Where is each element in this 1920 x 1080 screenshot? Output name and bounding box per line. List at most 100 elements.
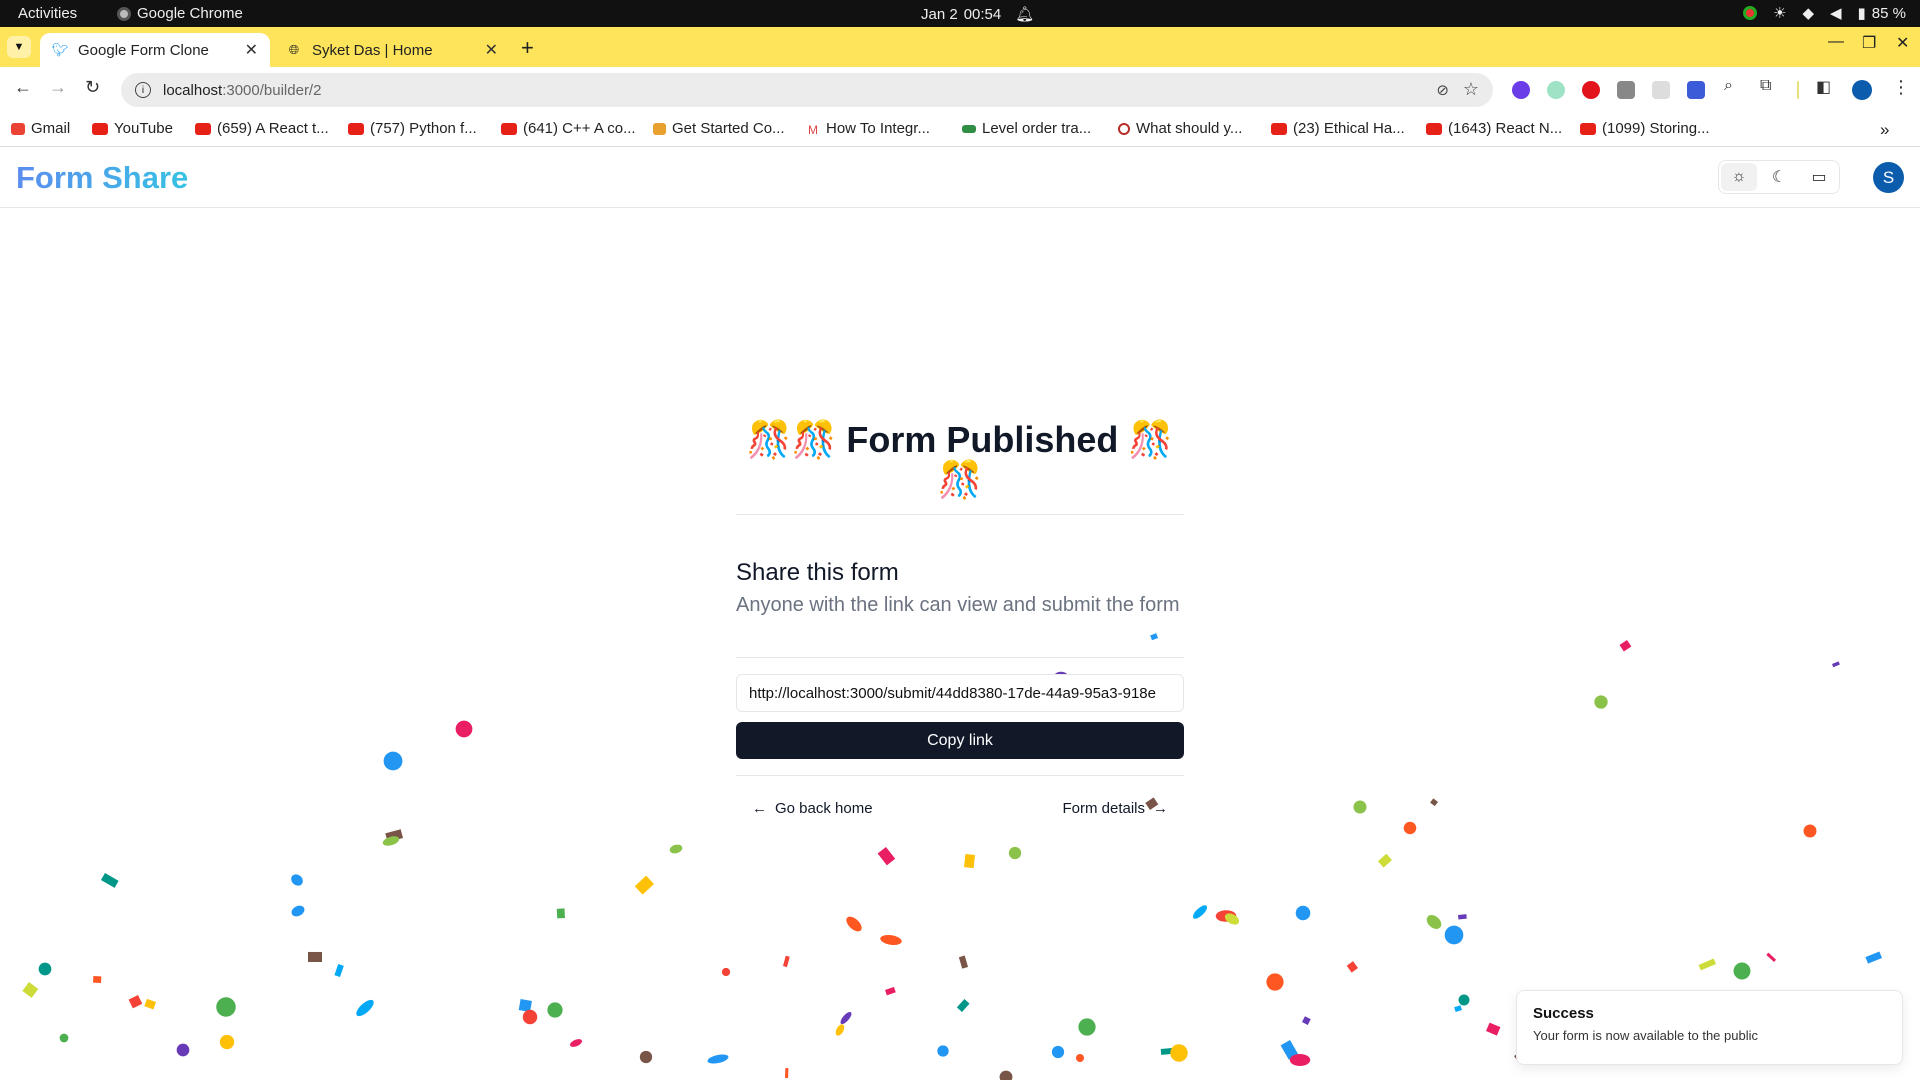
bookmark-storing[interactable]: (1099) Storing...	[1580, 120, 1710, 137]
extension-icon[interactable]	[1547, 81, 1565, 99]
light-mode-icon[interactable]: ☼	[1721, 163, 1757, 191]
bookmark-cpp[interactable]: (641) C++ A co...	[501, 120, 636, 137]
toast-title: Success	[1533, 1005, 1594, 1022]
arrow-right-icon: →	[1153, 800, 1168, 817]
chrome-icon	[117, 6, 131, 21]
extension-icon[interactable]	[1512, 81, 1530, 99]
bookmark-label: (1099) Storing...	[1602, 120, 1710, 137]
bookmark-python[interactable]: (757) Python f...	[348, 120, 477, 137]
confetti-piece	[1403, 821, 1417, 835]
youtube-icon	[1426, 122, 1442, 135]
extension-icon[interactable]	[1652, 81, 1670, 99]
confetti-piece	[885, 986, 896, 996]
bookmark-youtube[interactable]: YouTube	[92, 120, 173, 137]
bookmark-quora[interactable]: What should y...	[1118, 120, 1242, 137]
confetti-piece	[783, 955, 790, 968]
bookmark-how-to[interactable]: M How To Integr...	[808, 120, 930, 137]
more-bookmarks-icon[interactable]: »	[1880, 120, 1889, 140]
clock[interactable]: Jan 2 00:54 🔔︎	[921, 5, 1035, 24]
confetti-piece	[1619, 640, 1632, 652]
reload-icon[interactable]: ↻	[85, 77, 100, 98]
bell-icon: 🔔︎	[1015, 6, 1035, 23]
confetti-piece	[1766, 952, 1777, 963]
title-line: 🎊🎊 Form Published 🎊	[746, 419, 1174, 460]
chrome-tray-icon	[1742, 6, 1757, 20]
puzzle-icon[interactable]: ⧉	[1760, 77, 1771, 95]
divider	[1797, 81, 1799, 99]
bookmark-react-n[interactable]: (1643) React N...	[1426, 120, 1562, 137]
confetti-piece	[1160, 1048, 1173, 1055]
side-panel-icon[interactable]: ◧	[1816, 77, 1831, 97]
extension-icon[interactable]	[1687, 81, 1705, 99]
confetti-piece	[144, 998, 157, 1010]
forward-icon[interactable]: →	[49, 77, 67, 98]
tab-google-form-clone[interactable]: 🐦︎ Google Form Clone ✕	[40, 33, 270, 67]
form-details-label: Form details	[1062, 800, 1145, 817]
confetti-piece	[1444, 925, 1464, 945]
close-tab-icon[interactable]: ✕	[245, 40, 258, 60]
confetti-piece	[1457, 914, 1467, 920]
confetti-piece	[176, 1043, 190, 1057]
bookmark-label: (659) A React t...	[217, 120, 329, 137]
close-tab-icon[interactable]: ✕	[485, 40, 498, 60]
system-mode-icon[interactable]: ▭	[1801, 163, 1837, 191]
app-logo[interactable]: Form Share	[16, 160, 188, 196]
success-toast[interactable]: Success Your form is now available to th…	[1516, 990, 1903, 1065]
share-link-input[interactable]	[736, 674, 1184, 712]
opera-icon[interactable]	[1582, 81, 1600, 99]
confetti-piece	[22, 982, 39, 998]
dark-mode-icon[interactable]: ☾	[1761, 163, 1797, 191]
twitter-bird-icon: 🐦︎	[51, 42, 69, 57]
confetti-piece	[964, 853, 976, 869]
eye-off-icon[interactable]: ⊘	[1436, 81, 1449, 99]
time: 00:54	[963, 5, 1002, 23]
confetti-piece	[707, 1054, 729, 1064]
confetti-piece	[1454, 1005, 1462, 1013]
new-tab-button[interactable]: +	[521, 35, 534, 61]
bookmark-react[interactable]: (659) A React t...	[195, 120, 329, 137]
close-window-icon[interactable]: ✕	[1896, 33, 1909, 53]
bookmark-get-started[interactable]: Get Started Co...	[653, 120, 785, 137]
arrow-left-icon: ←	[752, 800, 767, 817]
confetti-piece	[455, 720, 473, 738]
bookmark-gmail[interactable]: Gmail	[11, 120, 70, 137]
quora-icon	[1118, 122, 1130, 135]
bookmark-label: (757) Python f...	[370, 120, 477, 137]
go-back-home-link[interactable]: ← Go back home	[752, 800, 873, 817]
minimize-icon[interactable]: —	[1828, 33, 1844, 51]
system-tray[interactable]: ☀ ◆ ◀ ▮ 85 %	[1742, 4, 1906, 22]
search-icon[interactable]: ⌕	[1724, 77, 1733, 95]
confetti-piece	[518, 999, 532, 1013]
back-icon[interactable]: ←	[14, 77, 32, 98]
confetti-piece	[721, 967, 731, 977]
bookmark-label: (23) Ethical Ha...	[1293, 120, 1405, 137]
confetti-piece	[956, 998, 970, 1013]
bookmark-label: Gmail	[31, 120, 71, 137]
address-bar[interactable]: i localhost :3000/builder/2 ⊘ ☆	[121, 73, 1493, 107]
app-menu[interactable]: Google Chrome	[117, 5, 243, 22]
tab-search-button[interactable]: ▼	[7, 36, 31, 58]
tab-syket-das-home[interactable]: 🌐︎ Syket Das | Home ✕	[274, 33, 510, 67]
user-avatar[interactable]: S	[1873, 162, 1904, 193]
restore-icon[interactable]: ❐	[1862, 33, 1876, 53]
brightness-icon: ☀	[1772, 5, 1787, 22]
bookmark-level-order[interactable]: Level order tra...	[962, 120, 1091, 137]
youtube-icon	[348, 122, 364, 135]
confetti-piece	[1594, 695, 1608, 709]
gfg-icon	[962, 124, 976, 133]
bookmark-ethical[interactable]: (23) Ethical Ha...	[1271, 120, 1405, 137]
copy-link-button[interactable]: Copy link	[736, 722, 1184, 759]
kebab-menu-icon[interactable]: ⋮	[1892, 77, 1910, 98]
site-info-icon[interactable]: i	[135, 82, 151, 98]
form-details-link[interactable]: Form details →	[1062, 800, 1168, 817]
bookmark-label: YouTube	[114, 120, 173, 137]
activities-button[interactable]: Activities	[18, 5, 77, 22]
confetti-piece	[840, 1011, 852, 1025]
confetti-piece	[1078, 1018, 1096, 1036]
profile-avatar[interactable]	[1852, 80, 1872, 100]
bookmark-star-icon[interactable]: ☆	[1463, 79, 1479, 100]
confetti-piece	[1280, 1040, 1299, 1060]
confetti-piece	[1302, 1016, 1311, 1025]
extension-icon[interactable]	[1617, 81, 1635, 99]
confetti-piece	[835, 1024, 845, 1036]
